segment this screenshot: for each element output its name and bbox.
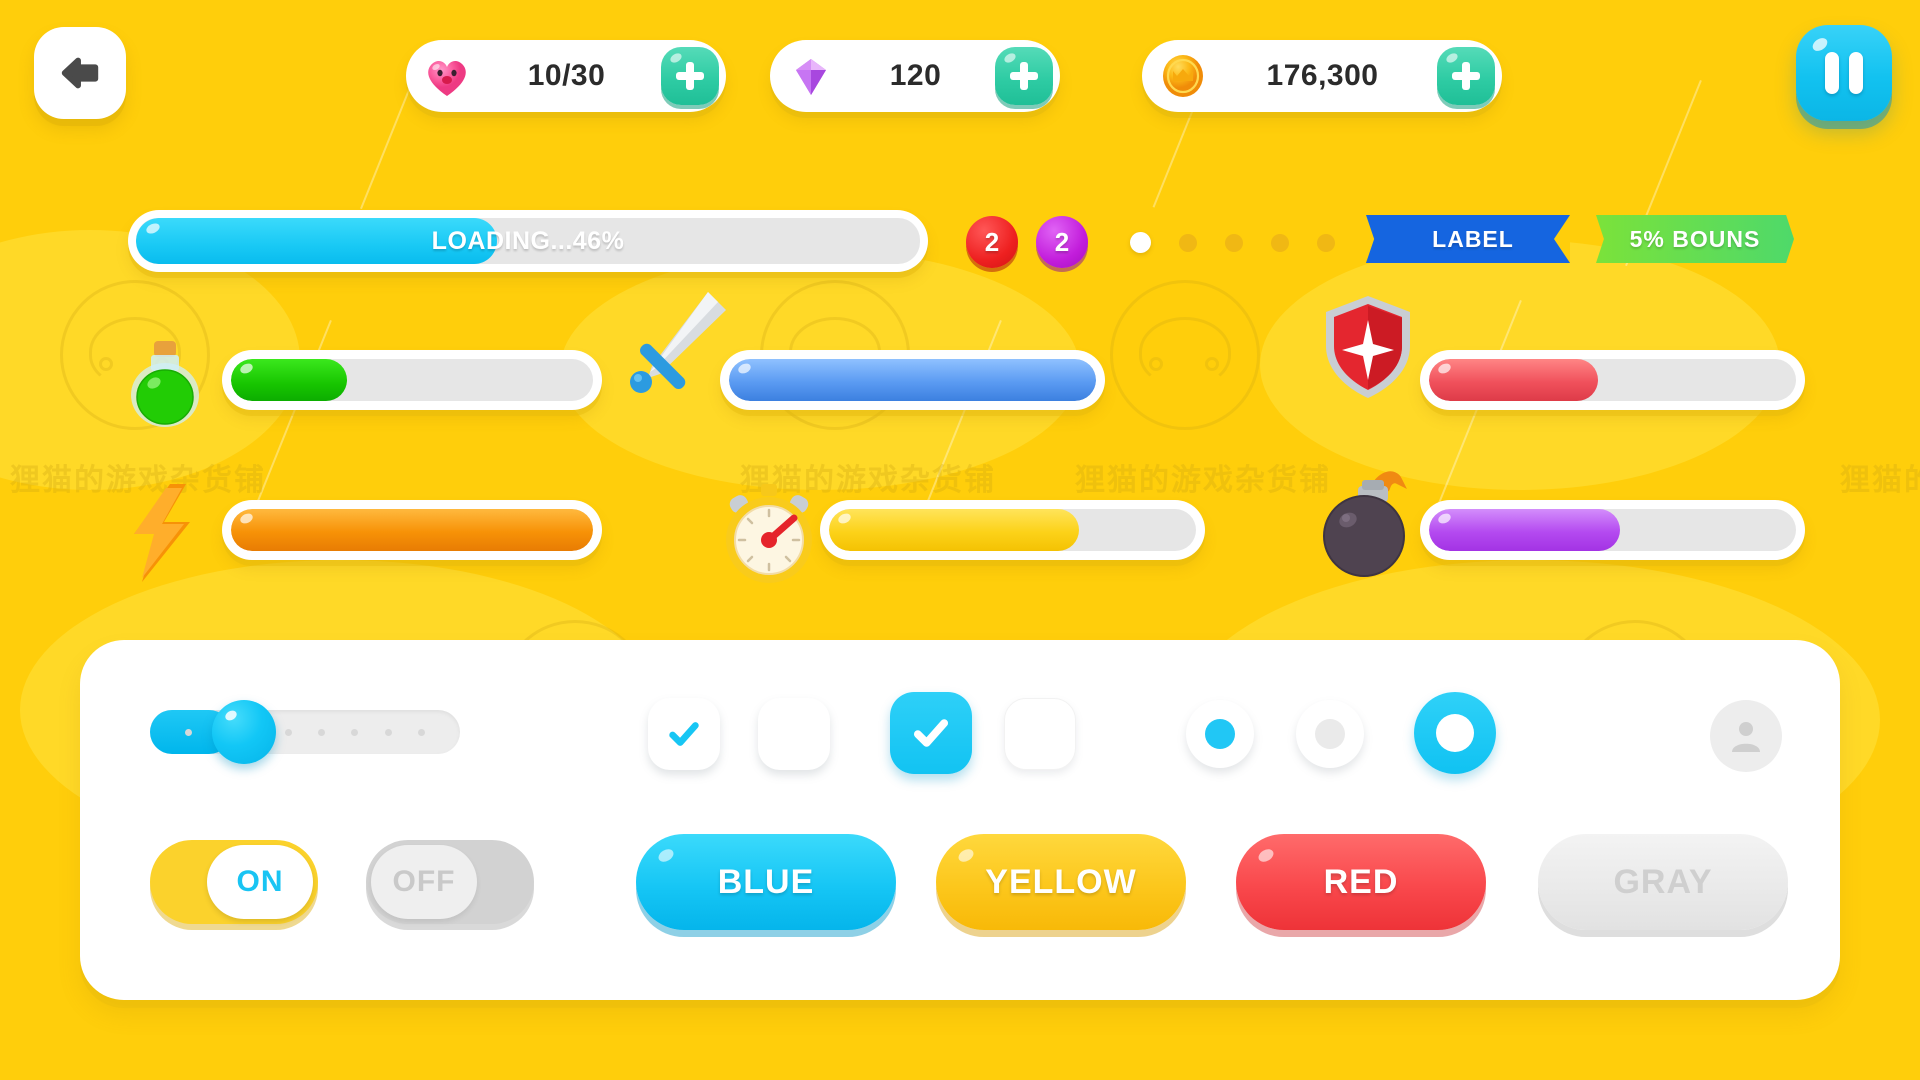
pagination-dot[interactable] bbox=[1317, 233, 1335, 252]
checkbox-unchecked-outline[interactable] bbox=[1004, 698, 1076, 770]
lightning-track bbox=[231, 509, 593, 551]
bomb-icon bbox=[1302, 462, 1427, 592]
loading-label: LOADING...46% bbox=[431, 226, 625, 255]
pagination-dot[interactable] bbox=[1179, 233, 1197, 252]
shield-progress-bar[interactable] bbox=[1420, 350, 1805, 410]
check-icon bbox=[669, 722, 699, 746]
pause-button[interactable] bbox=[1796, 25, 1892, 121]
slider-ticks bbox=[150, 710, 460, 754]
count-badge-value: 2 bbox=[1054, 226, 1070, 257]
button-red-label: RED bbox=[1323, 862, 1399, 901]
button-gray[interactable]: GRAY bbox=[1538, 834, 1788, 930]
sword-track bbox=[729, 359, 1096, 401]
volume-slider[interactable] bbox=[150, 700, 460, 764]
sword-progress-bar[interactable] bbox=[720, 350, 1105, 410]
checkbox-checked-solid[interactable] bbox=[890, 692, 972, 774]
bomb-fill bbox=[1429, 509, 1620, 551]
bomb-track bbox=[1429, 509, 1796, 551]
gloss-highlight bbox=[1810, 35, 1830, 54]
slider-knob[interactable] bbox=[212, 700, 276, 764]
top-hud-bar: 10/30 120 176,300 bbox=[0, 0, 1920, 150]
ribbon-bonus[interactable]: 5% BOUNS bbox=[1596, 215, 1794, 263]
sword-icon bbox=[608, 282, 738, 417]
pagination-dot[interactable] bbox=[1271, 233, 1289, 252]
coin-icon bbox=[1158, 51, 1208, 101]
bomb-progress-bar[interactable] bbox=[1420, 500, 1805, 560]
shield-fill bbox=[1429, 359, 1598, 401]
add-coins-button[interactable] bbox=[1437, 47, 1495, 105]
count-badge-red[interactable]: 2 bbox=[966, 216, 1018, 268]
loading-track: LOADING...46% bbox=[136, 218, 920, 264]
count-badge-value: 2 bbox=[984, 226, 1000, 257]
back-button[interactable] bbox=[34, 27, 126, 119]
check-icon bbox=[913, 719, 949, 747]
radio-inner-dot bbox=[1315, 719, 1345, 749]
pause-icon bbox=[1849, 52, 1863, 94]
lightning-fill bbox=[231, 509, 593, 551]
stopwatch-fill bbox=[829, 509, 1079, 551]
lightning-progress-bar[interactable] bbox=[222, 500, 602, 560]
watermark-text: 狸猫的游戏杂货铺 bbox=[1840, 464, 1920, 497]
button-blue-label: BLUE bbox=[717, 862, 815, 901]
coins-value: 176,300 bbox=[1266, 59, 1379, 92]
shield-icon bbox=[1308, 288, 1428, 413]
user-avatar-watermark-icon bbox=[1710, 700, 1782, 772]
potion-icon bbox=[110, 325, 220, 440]
toggle-on[interactable]: ON bbox=[150, 840, 318, 924]
cat-face-watermark-icon bbox=[1110, 280, 1260, 430]
button-blue[interactable]: BLUE bbox=[636, 834, 896, 930]
gems-value: 120 bbox=[889, 59, 942, 92]
controls-panel bbox=[80, 640, 1840, 1000]
diamond-icon bbox=[786, 51, 836, 101]
ribbon-label[interactable]: LABEL bbox=[1366, 215, 1570, 263]
button-gray-label: GRAY bbox=[1613, 862, 1713, 901]
hearts-value: 10/30 bbox=[527, 59, 606, 92]
potion-progress-bar[interactable] bbox=[222, 350, 602, 410]
radio-selected[interactable] bbox=[1186, 700, 1254, 768]
potion-track bbox=[231, 359, 593, 401]
toggle-on-label: ON bbox=[207, 845, 313, 919]
loading-progress-bar: LOADING...46% bbox=[128, 210, 928, 272]
radio-inner-hole bbox=[1436, 714, 1474, 752]
add-gems-button[interactable] bbox=[995, 47, 1053, 105]
radio-inner-dot bbox=[1205, 719, 1235, 749]
stopwatch-track bbox=[829, 509, 1196, 551]
potion-fill bbox=[231, 359, 347, 401]
pagination-dots[interactable] bbox=[1130, 232, 1335, 253]
button-yellow-label: YELLOW bbox=[985, 862, 1137, 901]
ribbon-label-text: LABEL bbox=[1432, 225, 1514, 252]
stopwatch-icon bbox=[712, 478, 827, 598]
heart-icon bbox=[422, 51, 472, 101]
resource-coins[interactable]: 176,300 bbox=[1142, 40, 1502, 112]
ribbon-bonus-text: 5% BOUNS bbox=[1629, 225, 1761, 252]
pagination-dot[interactable] bbox=[1225, 233, 1243, 252]
add-hearts-button[interactable] bbox=[661, 47, 719, 105]
button-yellow[interactable]: YELLOW bbox=[936, 834, 1186, 930]
button-red[interactable]: RED bbox=[1236, 834, 1486, 930]
toggle-off[interactable]: OFF bbox=[366, 840, 534, 924]
toggle-off-label: OFF bbox=[371, 845, 477, 919]
radio-ring[interactable] bbox=[1414, 692, 1496, 774]
arrow-left-icon bbox=[61, 57, 99, 89]
pagination-dot[interactable] bbox=[1130, 232, 1151, 253]
light-streak bbox=[1430, 300, 1522, 524]
pause-icon bbox=[1825, 52, 1839, 94]
checkbox-unchecked[interactable] bbox=[758, 698, 830, 770]
resource-gems[interactable]: 120 bbox=[770, 40, 1060, 112]
stopwatch-progress-bar[interactable] bbox=[820, 500, 1205, 560]
sword-fill bbox=[729, 359, 1096, 401]
watermark-text: 狸猫的游戏杂货铺 bbox=[1075, 464, 1331, 497]
checkbox-checked-light[interactable] bbox=[648, 698, 720, 770]
lightning-icon bbox=[108, 478, 218, 593]
radio-unselected[interactable] bbox=[1296, 700, 1364, 768]
count-badge-purple[interactable]: 2 bbox=[1036, 216, 1088, 268]
shield-track bbox=[1429, 359, 1796, 401]
resource-hearts[interactable]: 10/30 bbox=[406, 40, 726, 112]
